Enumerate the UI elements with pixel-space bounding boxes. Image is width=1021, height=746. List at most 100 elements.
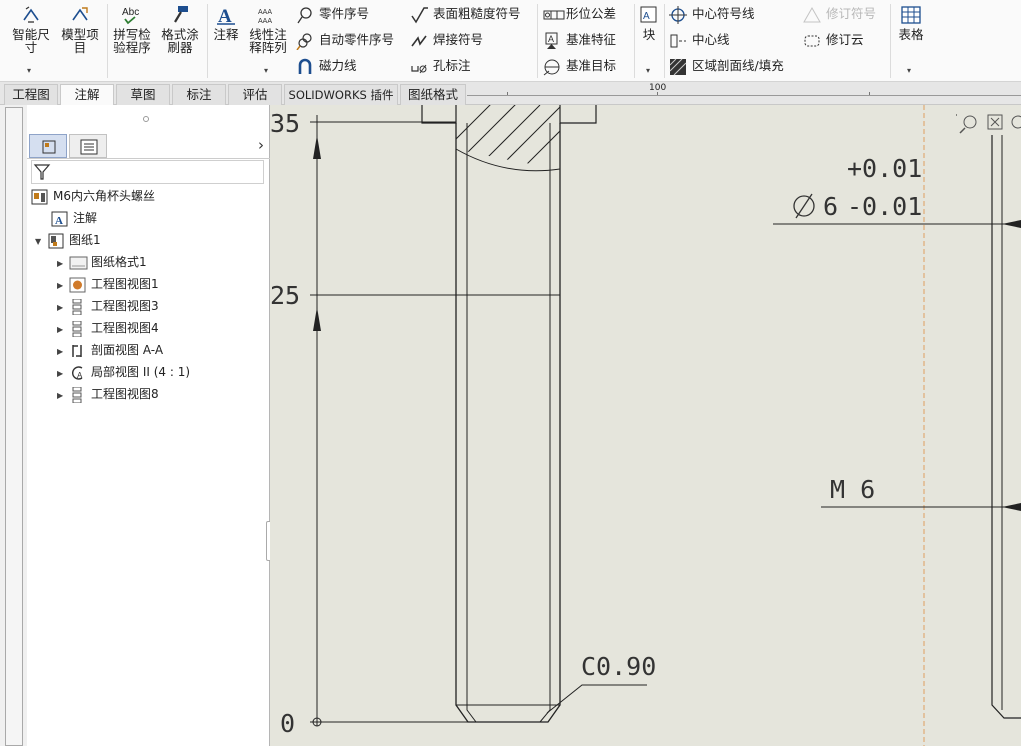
smart-dimension-dropdown-icon[interactable]: ▾: [27, 66, 31, 75]
tab-sketch[interactable]: 草图: [116, 84, 170, 105]
sheet-icon: [47, 233, 65, 249]
linear-note-pattern-label-2: 释阵列: [249, 40, 287, 55]
tree-root-item[interactable]: M6内六角杯头螺丝: [31, 186, 155, 206]
ribbon-toolbar: 智能尺 寸 ▾ 模型项 目 Abc 拼写检 验程序 格式涂 刷器 A 注释 AA…: [0, 0, 1021, 82]
collapsed-arrow-icon[interactable]: ▶: [57, 254, 69, 274]
tab-evaluate[interactable]: 评估: [228, 84, 282, 105]
geometric-tolerance-icon: [543, 6, 565, 24]
tree-item-drawing-view-1[interactable]: ▶ 工程图视图1: [57, 274, 159, 294]
table-button[interactable]: 表格: [895, 4, 927, 41]
thread-callout[interactable]: M 6: [830, 475, 875, 504]
feature-manager-panel: › M6内六角杯头螺丝 A 注解 ▼ 图纸1 ▶ 图纸格式1 ▶ 工程图视图1 ▶ 工程图…: [27, 105, 275, 746]
detail-view-icon: A: [69, 365, 87, 381]
ordinate-label-35[interactable]: 35: [270, 109, 300, 138]
drawing-sheet[interactable]: 35 25 0 6 +0.01 -0.01 M 6 C0.90: [270, 105, 1021, 746]
datum-target-icon: [543, 58, 561, 76]
centerline-button[interactable]: 中心线: [669, 30, 730, 50]
geometric-tolerance-button[interactable]: 形位公差: [543, 4, 616, 24]
tab-sheet-format[interactable]: 图纸格式: [400, 84, 466, 105]
tree-item-drawing-view-8[interactable]: ▶ 工程图视图8: [57, 384, 159, 404]
hole-callout-button[interactable]: 孔标注: [410, 56, 471, 76]
collapsed-arrow-icon[interactable]: ▶: [57, 276, 69, 296]
tolerance-upper[interactable]: +0.01: [847, 154, 922, 183]
magnetic-line-label: 磁力线: [319, 58, 357, 73]
property-manager-tab[interactable]: [69, 134, 107, 158]
center-mark-icon: [669, 5, 687, 24]
ordinate-label-25[interactable]: 25: [270, 281, 300, 310]
feature-manager-tab[interactable]: [29, 134, 67, 158]
tolerance-lower[interactable]: -0.01: [847, 192, 922, 221]
surface-finish-button[interactable]: 表面粗糙度符号: [410, 4, 521, 24]
hatch-icon: [669, 58, 687, 76]
projected-view-icon: [69, 320, 87, 337]
chamfer-callout[interactable]: C0.90: [581, 652, 656, 681]
tree-item-annotations[interactable]: A 注解: [51, 208, 97, 228]
vertical-ruler-track: [5, 107, 23, 746]
revision-symbol-button[interactable]: 修订符号: [803, 4, 876, 24]
panel-tabs: ›: [27, 133, 270, 159]
linear-note-pattern-button[interactable]: AAA AAA 线性注 释阵列: [246, 4, 290, 54]
collapsed-arrow-icon[interactable]: ▶: [57, 364, 69, 384]
spell-checker-button[interactable]: Abc 拼写检 验程序: [110, 4, 154, 54]
tree-item-detail-view[interactable]: ▶ A 局部视图 II (4 : 1): [57, 362, 190, 382]
hole-callout-label: 孔标注: [433, 58, 471, 73]
tree-item-section-view[interactable]: ▶ 剖面视图 A-A: [57, 340, 163, 360]
geometric-tolerance-label: 形位公差: [566, 6, 617, 21]
svg-text:AAA: AAA: [258, 18, 272, 25]
tree-filter-input[interactable]: [31, 160, 264, 184]
tree-item-annotations-label: 注解: [73, 211, 98, 225]
tree-item-sheet[interactable]: ▼ 图纸1: [35, 230, 101, 250]
hatch-boundary: [455, 148, 561, 172]
collapsed-arrow-icon[interactable]: ▶: [57, 320, 69, 340]
collapsed-arrow-icon[interactable]: ▶: [57, 298, 69, 318]
chevron-right-icon[interactable]: ›: [258, 136, 264, 154]
table-label: 表格: [898, 27, 924, 42]
area-hatch-button[interactable]: 区域剖面线/填充: [669, 56, 784, 76]
block-dropdown-icon[interactable]: ▾: [646, 66, 650, 75]
expanded-arrow-icon[interactable]: ▼: [35, 232, 47, 252]
tree-item-sheet-label: 图纸1: [69, 233, 101, 247]
panel-grip-icon[interactable]: [143, 116, 149, 122]
ruler-tick: [507, 92, 508, 95]
note-label: 注释: [213, 27, 239, 42]
surface-finish-icon: [410, 6, 428, 24]
svg-text:A: A: [77, 371, 83, 380]
magnetic-line-button[interactable]: 磁力线: [296, 56, 357, 76]
tree-item-label: 工程图视图3: [91, 299, 159, 313]
table-dropdown-icon[interactable]: ▾: [907, 66, 911, 75]
center-mark-label: 中心符号线: [692, 6, 755, 21]
block-label: 块: [642, 27, 656, 42]
collapsed-arrow-icon[interactable]: ▶: [57, 342, 69, 362]
auto-balloon-button[interactable]: 自动零件序号: [296, 30, 394, 50]
tree-item-drawing-view-4[interactable]: ▶ 工程图视图4: [57, 318, 159, 338]
diameter-value[interactable]: 6: [823, 192, 838, 221]
model-items-button[interactable]: 模型项 目: [58, 4, 102, 54]
tree-item-drawing-view-3[interactable]: ▶ 工程图视图3: [57, 296, 159, 316]
balloon-button[interactable]: 零件序号: [296, 4, 369, 24]
balloon-icon: [296, 6, 314, 24]
tab-solidworks-addins[interactable]: SOLIDWORKS 插件: [284, 84, 398, 105]
tab-annotation[interactable]: 注解: [60, 84, 114, 105]
datum-target-label: 基准目标: [566, 58, 617, 73]
tab-markup[interactable]: 标注: [172, 84, 226, 105]
projected-view-icon: [69, 386, 87, 403]
datum-feature-button[interactable]: A 基准特征: [543, 30, 616, 50]
weld-symbol-button[interactable]: 焊接符号: [410, 30, 483, 50]
datum-target-button[interactable]: 基准目标: [543, 56, 616, 76]
dimension-arrow: [313, 135, 321, 159]
smart-dimension-button[interactable]: 智能尺 寸: [8, 4, 54, 54]
block-button[interactable]: A 块: [637, 4, 661, 41]
note-button[interactable]: A 注释: [210, 4, 242, 41]
format-painter-button[interactable]: 格式涂 刷器: [158, 4, 202, 54]
ordinate-label-0[interactable]: 0: [280, 709, 295, 738]
property-list-icon: [80, 139, 98, 155]
spell-icon-text: Abc: [122, 7, 139, 18]
format-painter-icon: [158, 4, 202, 26]
center-mark-button[interactable]: 中心符号线: [669, 4, 755, 24]
collapsed-arrow-icon[interactable]: ▶: [57, 386, 69, 406]
tree-item-sheet-format[interactable]: ▶ 图纸格式1: [57, 252, 147, 272]
revision-cloud-button[interactable]: 修订云: [803, 30, 864, 50]
tree-item-label: 剖面视图 A-A: [91, 343, 164, 357]
linear-note-dropdown-icon[interactable]: ▾: [264, 66, 268, 75]
tab-drawing[interactable]: 工程图: [4, 84, 58, 105]
